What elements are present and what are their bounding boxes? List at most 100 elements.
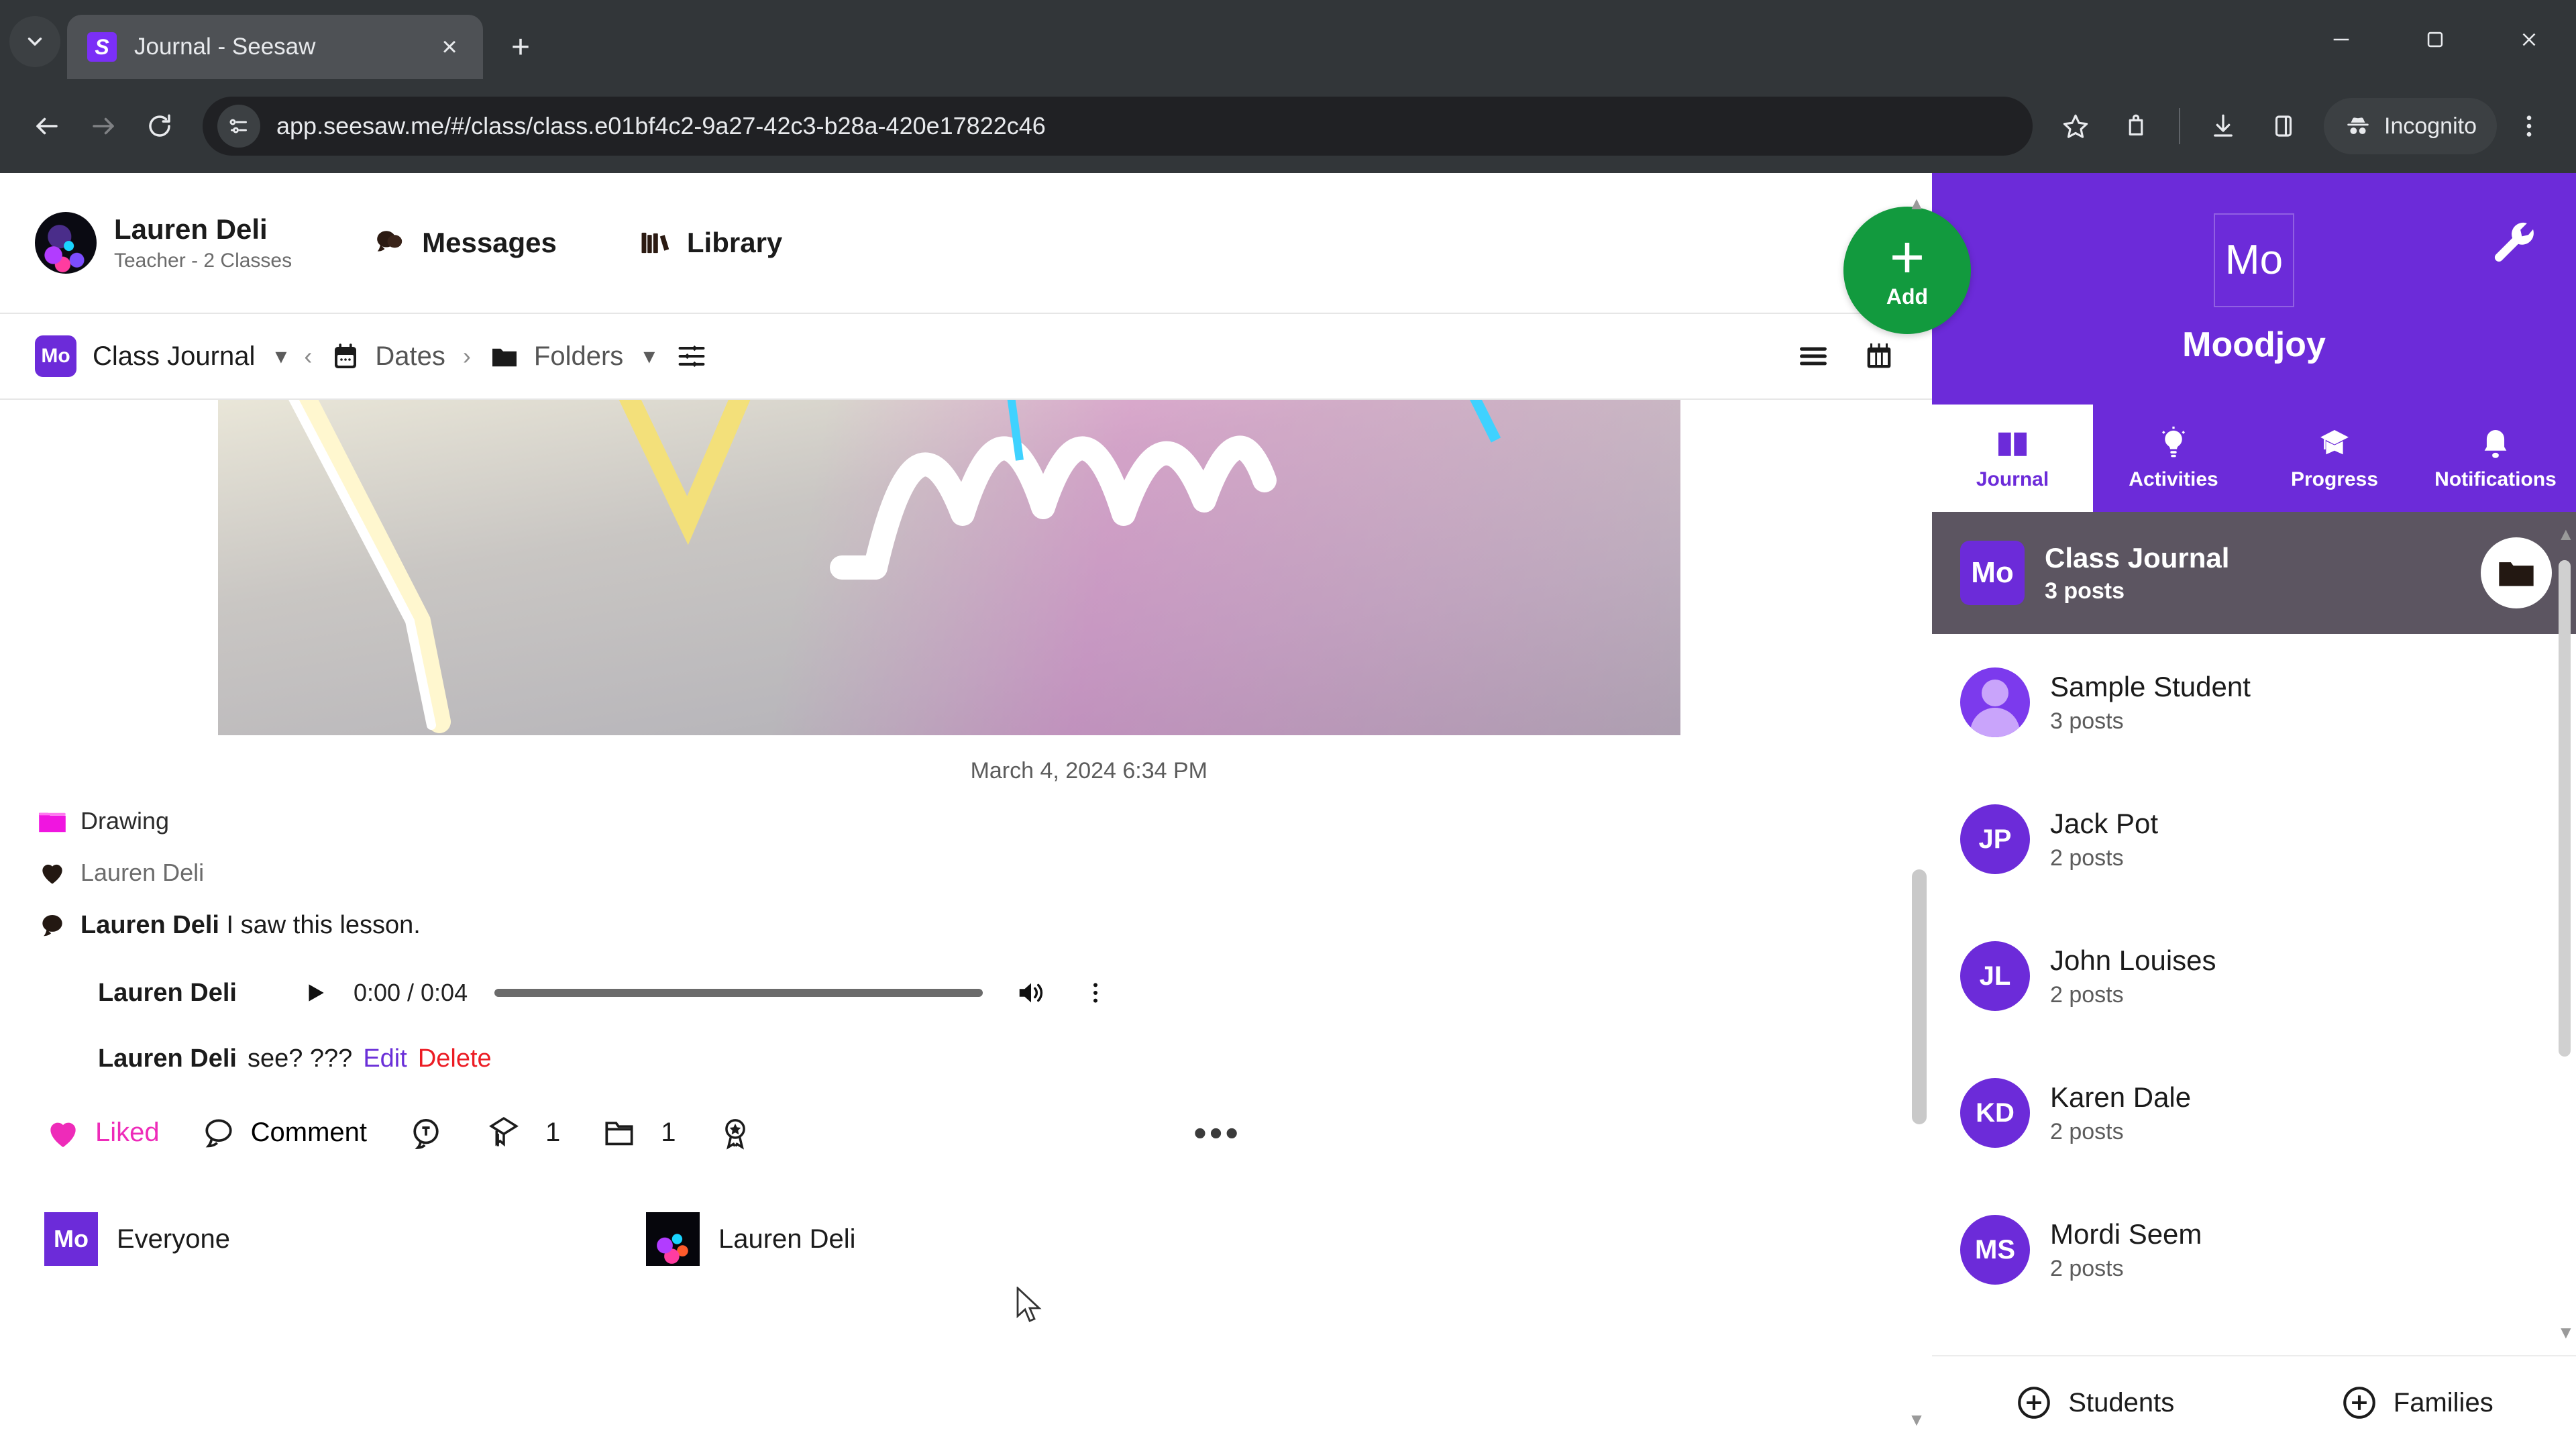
- reload-icon[interactable]: [131, 98, 188, 154]
- skills-button[interactable]: 1: [485, 1114, 560, 1152]
- post-comment-text: Lauren Deli I saw this lesson.: [80, 911, 421, 940]
- class-journal-text: Class Journal 3 posts: [2045, 542, 2461, 604]
- play-icon[interactable]: [290, 968, 340, 1018]
- folders-button[interactable]: 1: [600, 1114, 676, 1152]
- class-chip[interactable]: Mo: [35, 335, 76, 377]
- comment-button[interactable]: Comment: [200, 1114, 367, 1152]
- sidebar-item-class-journal[interactable]: Mo Class Journal 3 posts: [1932, 512, 2576, 634]
- toolbar-divider: [2179, 108, 2180, 144]
- library-nav-item[interactable]: Library: [637, 225, 782, 260]
- forward-icon[interactable]: [75, 98, 131, 154]
- journal-feed[interactable]: March 4, 2024 6:34 PM Drawing Lauren Del…: [0, 400, 1932, 1449]
- class-settings-button[interactable]: [2489, 219, 2541, 274]
- class-journal-chip: Mo: [1960, 541, 2025, 605]
- main-scrollbar[interactable]: ▲ ▼: [1908, 173, 1925, 1449]
- class-sidebar: + Add Mo Moodjoy Journal Activities Prog…: [1843, 173, 2576, 1449]
- class-journal-label[interactable]: Class Journal: [93, 341, 255, 372]
- sidebar-scrollbar-thumb[interactable]: [2559, 560, 2571, 1057]
- avatar[interactable]: [35, 212, 97, 274]
- downloads-icon[interactable]: [2195, 98, 2251, 154]
- add-students-label: Students: [2068, 1387, 2175, 1417]
- folders-filter[interactable]: Folders: [488, 340, 623, 372]
- tag-everyone[interactable]: Mo Everyone: [44, 1212, 230, 1266]
- dates-label: Dates: [375, 341, 445, 371]
- side-panel-icon[interactable]: [2255, 98, 2312, 154]
- window-controls: [2294, 0, 2576, 79]
- browser-tab[interactable]: S Journal - Seesaw ×: [67, 15, 483, 79]
- list-view-icon[interactable]: [1784, 327, 1842, 385]
- browser-toolbar: app.seesaw.me/#/class/class.e01bf4c2-9a2…: [0, 79, 2576, 173]
- messages-nav-item[interactable]: Messages: [372, 225, 557, 260]
- tab-search-button[interactable]: [9, 16, 60, 67]
- extensions-icon[interactable]: [2108, 98, 2164, 154]
- class-dropdown-chevron-down-icon[interactable]: ▾: [275, 343, 286, 370]
- maximize-icon[interactable]: [2388, 0, 2482, 79]
- student-text: Sample Student 3 posts: [2050, 671, 2251, 735]
- add-students-button[interactable]: Students: [2015, 1383, 2174, 1422]
- list-item[interactable]: JL John Louises 2 posts: [1932, 908, 2576, 1044]
- tab-activities[interactable]: Activities: [2093, 405, 2254, 512]
- folders-dropdown-chevron-down-icon[interactable]: ▾: [643, 343, 655, 370]
- like-button[interactable]: Liked: [44, 1114, 160, 1152]
- sidebar-student-list[interactable]: Mo Class Journal 3 posts Sample Student …: [1932, 512, 2576, 1355]
- new-tab-button[interactable]: +: [498, 24, 543, 70]
- class-journal-folder-button[interactable]: [2481, 537, 2552, 608]
- scroll-down-arrow-icon[interactable]: ▼: [2557, 1322, 2575, 1343]
- tab-progress[interactable]: Progress: [2254, 405, 2415, 512]
- tab-journal[interactable]: Journal: [1932, 405, 2093, 512]
- add-button[interactable]: + Add: [1843, 207, 1971, 334]
- heart-icon: [42, 864, 62, 884]
- edit-comment-link[interactable]: Edit: [363, 1044, 407, 1073]
- tab-notifications-label: Notifications: [2434, 468, 2557, 490]
- close-window-icon[interactable]: [2482, 0, 2576, 79]
- main-scroll-up-arrow-icon[interactable]: ▲: [1908, 193, 1925, 214]
- site-settings-icon[interactable]: [217, 105, 260, 148]
- list-item[interactable]: Sample Student 3 posts: [1932, 634, 2576, 771]
- plus-circle-icon: [2018, 1387, 2051, 1419]
- tab-activities-label: Activities: [2129, 468, 2218, 490]
- volume-icon[interactable]: [1010, 971, 1053, 1014]
- student-name: Mordi Seem: [2050, 1218, 2202, 1250]
- audio-menu-icon[interactable]: [1075, 971, 1116, 1014]
- dates-filter[interactable]: Dates: [329, 340, 445, 372]
- grid-view-icon[interactable]: [1850, 327, 1908, 385]
- list-item[interactable]: JP Jack Pot 2 posts: [1932, 771, 2576, 908]
- tab-notifications[interactable]: Notifications: [2415, 405, 2576, 512]
- post-folder-row[interactable]: Drawing: [0, 807, 1932, 835]
- main-scroll-down-arrow-icon[interactable]: ▼: [1908, 1409, 1925, 1430]
- skill-ribbon-icon: [489, 1116, 519, 1146]
- close-tab-icon[interactable]: ×: [431, 28, 468, 66]
- prev-chevron-left-icon[interactable]: ‹: [304, 342, 312, 370]
- delete-comment-link[interactable]: Delete: [418, 1044, 492, 1073]
- chrome-menu-icon[interactable]: [2501, 98, 2557, 154]
- calendar-icon: [335, 343, 357, 368]
- student-text: Karen Dale 2 posts: [2050, 1081, 2191, 1145]
- sidebar-scrollbar[interactable]: ▲ ▼: [2557, 524, 2575, 1343]
- user-block[interactable]: Lauren Deli Teacher - 2 Classes: [114, 213, 292, 272]
- avatar: JP: [1960, 804, 2030, 874]
- list-item[interactable]: MS Mordi Seem 2 posts: [1932, 1181, 2576, 1318]
- post-more-menu[interactable]: •••: [1193, 1111, 1241, 1155]
- bookmark-star-icon[interactable]: [2047, 98, 2104, 154]
- audio-player[interactable]: 0:00 / 0:04: [290, 968, 1116, 1018]
- next-chevron-right-icon[interactable]: ›: [463, 342, 471, 370]
- tag-author[interactable]: Lauren Deli: [645, 1212, 856, 1266]
- post-image[interactable]: [218, 400, 1680, 735]
- award-button[interactable]: [716, 1114, 754, 1152]
- back-icon[interactable]: [19, 98, 75, 154]
- incognito-icon: [2347, 117, 2369, 134]
- address-bar[interactable]: app.seesaw.me/#/class/class.e01bf4c2-9a2…: [203, 97, 2033, 156]
- user-role: Teacher - 2 Classes: [114, 250, 292, 272]
- filter-settings-icon[interactable]: [663, 327, 720, 385]
- add-families-button[interactable]: Families: [2340, 1383, 2493, 1422]
- scroll-up-arrow-icon[interactable]: ▲: [2557, 524, 2575, 545]
- text-note-button[interactable]: [407, 1114, 445, 1152]
- minimize-icon[interactable]: [2294, 0, 2388, 79]
- tag-author-label: Lauren Deli: [718, 1224, 856, 1254]
- avatar: [1960, 667, 2030, 737]
- audio-progress-bar[interactable]: [494, 989, 983, 997]
- incognito-profile-button[interactable]: Incognito: [2324, 98, 2497, 154]
- wrench-icon: [2494, 222, 2534, 262]
- list-item[interactable]: KD Karen Dale 2 posts: [1932, 1044, 2576, 1181]
- skills-count: 1: [545, 1118, 561, 1147]
